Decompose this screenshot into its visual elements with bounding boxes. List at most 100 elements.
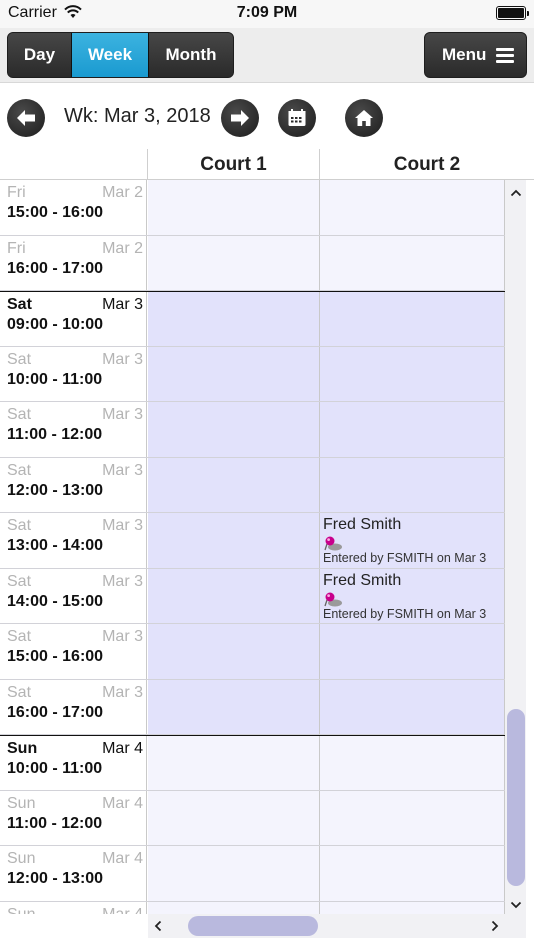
table-row: Sat Mar 3 14:00 - 15:00 Fred Smith Entered b… [0,568,505,624]
time-slot-cell: Fri Mar 2 16:00 - 17:00 [0,235,147,290]
day-label: Sat [7,350,32,368]
court-2-slot[interactable]: Fred Smith Entered by FSMITH on Mar 3 [320,513,505,568]
court-1-slot[interactable] [148,679,320,734]
time-range-label: 10:00 - 11:00 [7,370,103,388]
home-button[interactable] [345,99,383,137]
horizontal-scroll-thumb[interactable] [188,916,318,936]
column-headers: Court 1 Court 2 [0,149,534,180]
column-header-court-1: Court 1 [200,153,267,175]
table-row: Sat Mar 3 12:00 - 13:00 [0,457,505,513]
date-label: Mar 3 [102,461,143,479]
booking-note: Entered by FSMITH on Mar 3 [323,551,487,565]
time-range-label: 10:00 - 11:00 [7,760,103,777]
tab-day[interactable]: Day [8,33,72,77]
court-1-slot[interactable] [148,292,320,346]
time-range-label: 13:00 - 14:00 [7,537,104,554]
court-1-slot[interactable] [148,235,320,290]
table-row: Sat Mar 3 15:00 - 16:00 [0,624,505,680]
court-2-slot[interactable] [320,292,505,346]
table-row: Sat Mar 3 13:00 - 14:00 Fred Smith Entered b… [0,513,505,569]
tab-week[interactable]: Week [72,33,149,77]
menu-button[interactable]: Menu [424,32,527,78]
court-2-slot[interactable] [320,346,505,401]
view-toolbar: Day Week Month Menu [0,28,534,83]
date-label: Mar 3 [102,683,143,701]
court-2-slot[interactable] [320,790,505,845]
calendar-icon [288,109,306,126]
table-row: Sat Mar 3 09:00 - 10:00 [0,291,505,347]
booking-name[interactable]: Fred Smith [323,572,401,590]
court-2-slot[interactable] [320,457,505,512]
pin-icon [323,592,343,608]
time-range-label: 15:00 - 16:00 [7,204,104,221]
day-label: Fri [7,184,26,201]
date-label: Mar 2 [102,184,143,201]
date-label: Mar 4 [102,850,143,867]
time-range-label: 12:00 - 13:00 [7,481,104,499]
table-row: Sat Mar 3 11:00 - 12:00 [0,402,505,458]
date-label: Mar 4 [102,794,143,812]
scroll-down-icon[interactable] [505,896,526,914]
table-row: SunMar 413:00 - 14:00 [0,901,505,915]
court-2-slot[interactable] [320,624,505,679]
time-slot-cell: Sat Mar 3 11:00 - 12:00 [0,402,147,457]
vertical-scrollbar[interactable] [505,180,526,914]
court-2-slot[interactable] [320,846,505,901]
calendar-button[interactable] [278,99,316,137]
time-range-label: 11:00 - 12:00 [7,426,103,443]
booking-note: Entered by FSMITH on Mar 3 [323,606,487,621]
day-label: Sat [7,517,32,534]
next-week-button[interactable] [221,99,259,137]
schedule-grid[interactable]: Fri Mar 2 15:00 - 16:00 Fri Mar 2 16:00 - 17:… [0,180,505,914]
horizontal-scrollbar[interactable] [148,914,505,938]
scroll-left-icon[interactable] [148,914,168,938]
court-2-slot[interactable] [320,679,505,734]
day-label: Sun [7,740,38,757]
arrow-right-icon [231,110,249,126]
court-1-slot[interactable] [148,513,320,568]
time-range-label: 16:00 - 17:00 [7,703,104,721]
court-1-slot[interactable] [148,180,320,235]
menu-label: Menu [442,45,487,64]
date-label: Mar 4 [102,740,143,757]
court-1-slot[interactable] [148,457,320,512]
scrollbar-corner [505,914,526,938]
time-slot-cell: Sat Mar 3 09:00 - 10:00 [0,292,147,346]
court-1-slot[interactable] [148,736,320,790]
court-1-slot[interactable] [148,568,320,623]
court-2-slot[interactable] [320,235,505,290]
tab-month[interactable]: Month [149,33,233,77]
time-range-label: 12:00 - 13:00 [7,870,104,887]
scroll-right-icon[interactable] [485,914,505,938]
vertical-scroll-thumb[interactable] [507,709,525,886]
court-1-slot[interactable] [148,624,320,679]
date-label: Mar 3 [102,628,143,645]
view-switcher: Day Week Month [7,32,234,78]
court-1-slot[interactable] [148,846,320,901]
day-label: Sat [7,628,32,645]
court-2-slot[interactable] [320,402,505,457]
court-2-slot[interactable] [320,180,505,235]
day-label: Sat [7,572,32,590]
table-row: Sat Mar 3 16:00 - 17:00 [0,679,505,735]
court-1-slot[interactable] [148,790,320,845]
court-2-slot[interactable]: Fred Smith Entered by FSMITH on Mar 3 [320,568,505,623]
table-row: Fri Mar 2 16:00 - 17:00 [0,235,505,291]
time-slot-cell: Sat Mar 3 13:00 - 14:00 [0,513,147,568]
scroll-up-icon[interactable] [505,184,526,202]
previous-week-button[interactable] [7,99,45,137]
day-label: Fri [7,239,26,257]
court-1-slot[interactable] [148,402,320,457]
date-label: Mar 3 [102,406,143,423]
date-label: Mar 4 [102,905,143,915]
battery-icon [496,6,529,20]
time-slot-cell: SunMar 413:00 - 14:00 [0,901,147,915]
date-label: Mar 3 [102,572,143,590]
court-1-slot[interactable] [148,901,320,914]
court-2-slot[interactable] [320,736,505,790]
court-2-slot[interactable] [320,901,505,914]
time-range-label: 14:00 - 15:00 [7,592,104,610]
booking-name[interactable]: Fred Smith [323,516,401,534]
status-bar: Carrier 7:09 PM [0,0,534,28]
court-1-slot[interactable] [148,346,320,401]
